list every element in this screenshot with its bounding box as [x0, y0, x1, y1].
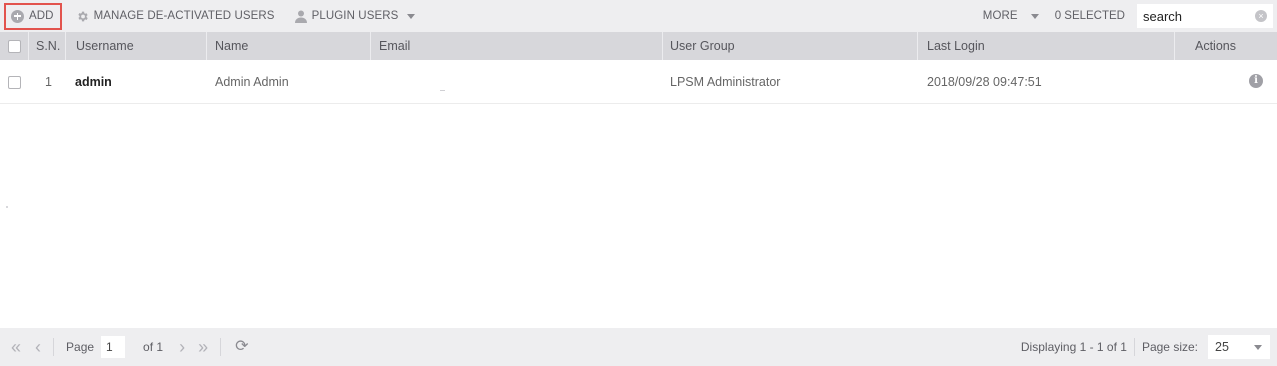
prev-page-icon[interactable]: ‹ [35, 338, 41, 356]
page-label: Page [66, 340, 95, 354]
search-input[interactable] [1143, 8, 1243, 24]
plugin-users-dropdown[interactable]: PLUGIN USERS [289, 3, 422, 29]
toolbar-right: MORE 0 SELECTED × [977, 3, 1277, 29]
display-info: Displaying 1 - 1 of 1 [1020, 340, 1127, 354]
selected-count: 0 SELECTED [1054, 10, 1125, 22]
column-header-sn[interactable]: S.N. [29, 32, 66, 60]
select-all-cell [0, 32, 29, 60]
column-header-username[interactable]: Username [66, 32, 207, 60]
page-size-label: Page size: [1141, 340, 1198, 354]
page-count-label: of 1 [143, 340, 164, 354]
next-page-icon[interactable]: › [179, 338, 185, 356]
add-label: ADD [29, 10, 54, 22]
column-header-email[interactable]: Email [371, 32, 663, 60]
cell-user-group: LPSM Administrator [670, 75, 781, 89]
column-header-last-login[interactable]: Last Login [918, 32, 1175, 60]
pager-divider [53, 338, 55, 356]
chevron-down-icon [407, 13, 416, 19]
grid-header: S.N. Username Name Email User Group Last… [0, 32, 1277, 60]
cell-email [371, 61, 663, 103]
search-box: × [1137, 4, 1273, 28]
chevron-down-icon [1254, 344, 1262, 350]
page-number-input[interactable] [101, 336, 126, 358]
cell-name: Admin Admin [215, 75, 289, 89]
row-checkbox[interactable] [8, 75, 21, 89]
decorative-mark [6, 206, 8, 208]
pager-divider [1133, 338, 1135, 356]
cell-last-login: 2018/09/28 09:47:51 [927, 75, 1042, 89]
column-header-user-group[interactable]: User Group [663, 32, 918, 60]
last-page-icon[interactable]: » [198, 338, 208, 356]
cell-actions: i [1175, 61, 1277, 103]
cell-username: admin [75, 75, 112, 89]
plugin-users-label: PLUGIN USERS [311, 10, 399, 22]
email-redaction-mark [440, 90, 445, 91]
pager-divider [220, 338, 222, 356]
more-dropdown[interactable]: MORE [977, 3, 1045, 29]
page-size-select[interactable]: 25 [1208, 335, 1270, 359]
toolbar: ADD MANAGE DE-ACTIVATED USERS PLUGIN USE… [0, 0, 1277, 32]
pager-right: Displaying 1 - 1 of 1 Page size: 25 [1021, 335, 1277, 359]
first-page-icon[interactable]: « [11, 338, 21, 356]
table-row[interactable]: 1 admin Admin Admin LPSM Administrator 2… [0, 61, 1277, 104]
manage-deactivated-users-label: MANAGE DE-ACTIVATED USERS [93, 10, 275, 22]
more-label: MORE [982, 10, 1018, 22]
clear-search-icon[interactable]: × [1255, 10, 1267, 22]
chevron-down-icon [1030, 13, 1039, 19]
add-circle-icon [11, 9, 24, 23]
add-button[interactable]: ADD [4, 2, 62, 30]
manage-deactivated-users-button[interactable]: MANAGE DE-ACTIVATED USERS [70, 3, 281, 29]
gear-icon [77, 11, 88, 21]
user-icon [294, 10, 307, 23]
column-header-actions: Actions [1195, 39, 1236, 53]
page-size-value: 25 [1215, 340, 1229, 354]
pager: « ‹ Page of 1 › » ⟳ Displaying 1 - 1 of … [0, 328, 1277, 366]
info-icon[interactable]: i [1249, 74, 1263, 88]
select-all-checkbox[interactable] [7, 39, 21, 53]
column-header-name[interactable]: Name [207, 32, 371, 60]
refresh-icon[interactable]: ⟳ [235, 338, 248, 356]
cell-sn: 1 [45, 75, 52, 89]
row-checkbox-cell [0, 61, 29, 103]
